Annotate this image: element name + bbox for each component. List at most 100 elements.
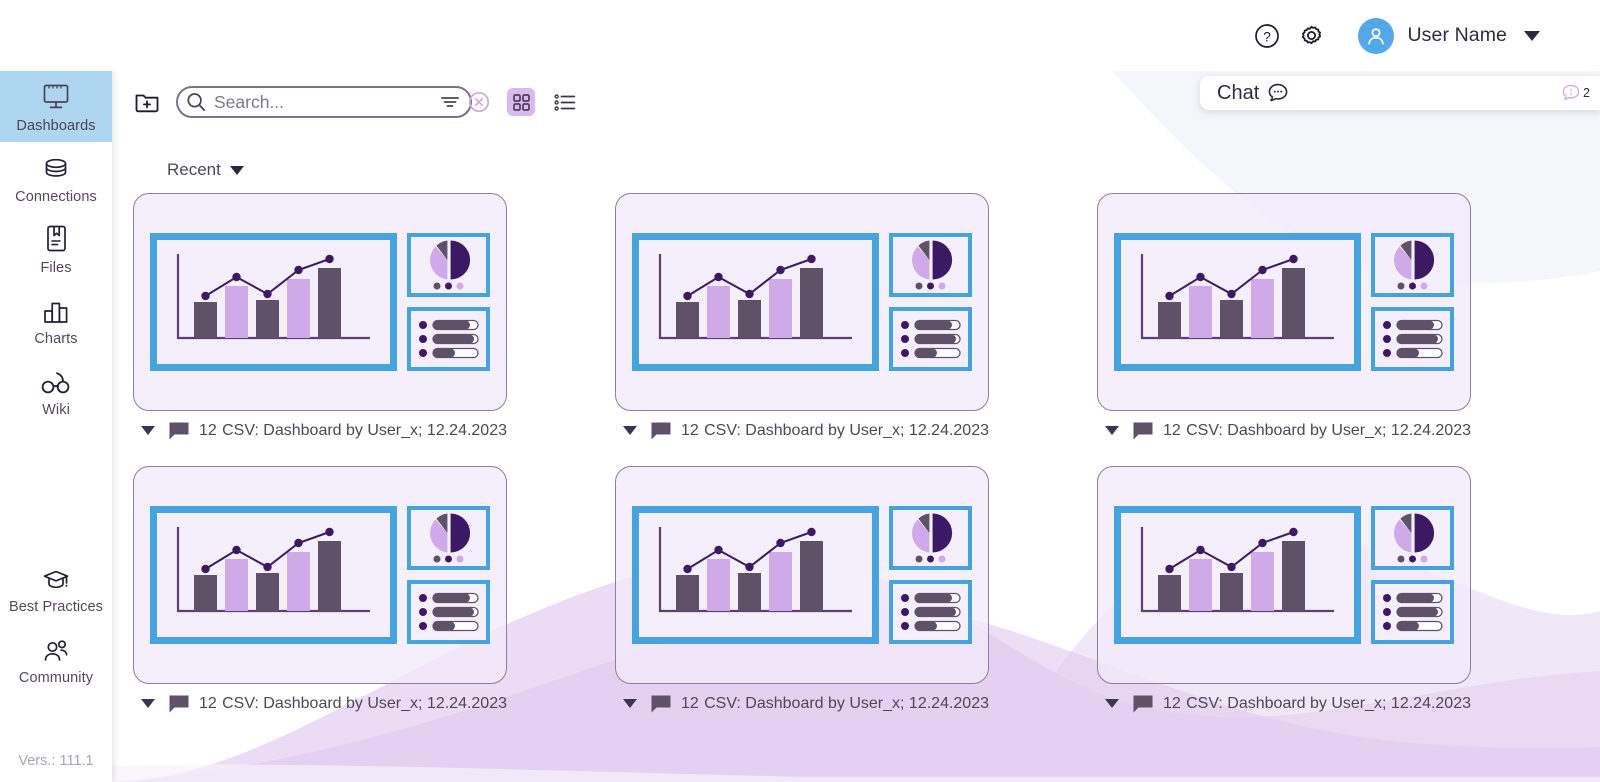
dashboard-card-cell: 12 CSV: Dashboard by User_x; 12.24.2023 xyxy=(615,193,989,445)
widget-bar-line-chart xyxy=(632,233,879,371)
folder-plus-icon[interactable] xyxy=(132,87,162,117)
comment-icon[interactable] xyxy=(168,694,190,714)
expand-caret-icon[interactable] xyxy=(1105,699,1119,708)
card-footer: 12 CSV: Dashboard by User_x; 12.24.2023 xyxy=(133,411,507,445)
sidebar-item-label: Files xyxy=(40,260,72,276)
expand-caret-icon[interactable] xyxy=(1105,426,1119,435)
search-box[interactable] xyxy=(176,86,490,118)
dashboard-card-cell: 12 CSV: Dashboard by User_x; 12.24.2023 xyxy=(133,466,507,718)
expand-caret-icon[interactable] xyxy=(623,426,637,435)
grid-view-icon[interactable] xyxy=(507,88,535,116)
caret-down-icon xyxy=(229,165,244,175)
dashboard-card-thumbnail[interactable] xyxy=(133,466,507,684)
chat-alert-group[interactable]: 2 xyxy=(1560,82,1590,104)
filter-icon[interactable] xyxy=(439,93,461,111)
chevron-down-icon[interactable] xyxy=(1524,30,1540,41)
sidebar-item-label: Best Practices xyxy=(8,599,104,615)
expand-caret-icon[interactable] xyxy=(141,426,155,435)
app-root: ? User Name Dashboards Connections Files… xyxy=(0,0,1600,782)
widget-pie-chart xyxy=(407,233,490,297)
comment-icon[interactable] xyxy=(650,421,672,441)
sidebar-item-wiki[interactable]: Wiki xyxy=(0,355,112,426)
file-bookmark-icon xyxy=(41,222,71,256)
widget-progress-list xyxy=(889,307,972,371)
sidebar-item-best-practices[interactable]: Best Practices xyxy=(0,552,112,623)
sidebar-item-label: Community xyxy=(18,670,94,686)
people-group-icon xyxy=(39,632,73,666)
sort-row: Recent xyxy=(112,133,1600,180)
comment-count: 12 xyxy=(1163,694,1181,712)
widget-bar-line-chart xyxy=(1114,506,1361,644)
dashboard-grid: 12 CSV: Dashboard by User_x; 12.24.2023 xyxy=(112,180,1600,718)
dashboard-card-thumbnail[interactable] xyxy=(615,466,989,684)
list-view-icon[interactable] xyxy=(551,88,579,116)
widget-pie-chart xyxy=(1371,233,1454,297)
gear-icon[interactable] xyxy=(1294,19,1328,53)
card-title: CSV: Dashboard by User_x; 12.24.2023 xyxy=(704,694,989,712)
widget-pie-chart xyxy=(1371,506,1454,570)
user-name-label: User Name xyxy=(1407,24,1507,46)
sidebar-item-label: Wiki xyxy=(42,402,70,418)
avatar xyxy=(1358,17,1395,54)
widget-progress-list xyxy=(1371,307,1454,371)
help-circle-icon[interactable]: ? xyxy=(1250,19,1284,53)
dashboard-card-cell: 12 CSV: Dashboard by User_x; 12.24.2023 xyxy=(133,193,507,445)
widget-pie-chart xyxy=(889,233,972,297)
card-title: CSV: Dashboard by User_x; 12.24.2023 xyxy=(222,421,507,439)
search-input[interactable] xyxy=(207,91,439,113)
card-footer: 12 CSV: Dashboard by User_x; 12.24.2023 xyxy=(1097,411,1471,445)
widget-progress-list xyxy=(1371,580,1454,644)
sidebar-item-connections[interactable]: Connections xyxy=(0,142,112,213)
expand-caret-icon[interactable] xyxy=(623,699,637,708)
widget-bar-line-chart xyxy=(150,506,397,644)
comment-count: 12 xyxy=(1163,421,1181,439)
card-footer: 12 CSV: Dashboard by User_x; 12.24.2023 xyxy=(1097,684,1471,718)
sidebar-item-files[interactable]: Files xyxy=(0,213,112,284)
dashboard-card-cell: 12 CSV: Dashboard by User_x; 12.24.2023 xyxy=(1097,466,1471,718)
sidebar-item-community[interactable]: Community xyxy=(0,623,112,694)
card-footer: 12 CSV: Dashboard by User_x; 12.24.2023 xyxy=(133,684,507,718)
svg-text:?: ? xyxy=(1264,28,1272,44)
card-title: CSV: Dashboard by User_x; 12.24.2023 xyxy=(222,694,507,712)
widget-progress-list xyxy=(407,307,490,371)
main-content: Chat 2 xyxy=(112,71,1600,782)
comment-icon[interactable] xyxy=(650,694,672,714)
comment-count: 12 xyxy=(199,694,217,712)
search-icon xyxy=(185,91,207,113)
comment-icon[interactable] xyxy=(168,421,190,441)
dashboard-card-thumbnail[interactable] xyxy=(1097,466,1471,684)
card-title: CSV: Dashboard by User_x; 12.24.2023 xyxy=(1186,694,1471,712)
sidebar-item-label: Charts xyxy=(34,331,78,347)
view-toggle-group xyxy=(507,88,579,116)
clear-circle-icon[interactable] xyxy=(467,90,491,114)
card-footer: 12 CSV: Dashboard by User_x; 12.24.2023 xyxy=(615,411,989,445)
chat-panel[interactable]: Chat 2 xyxy=(1200,76,1600,110)
dashboard-card-cell: 12 CSV: Dashboard by User_x; 12.24.2023 xyxy=(615,466,989,718)
widget-bar-line-chart xyxy=(1114,233,1361,371)
sidebar-item-charts[interactable]: Charts xyxy=(0,284,112,355)
chat-title: Chat xyxy=(1217,81,1260,104)
glasses-icon xyxy=(39,364,73,398)
user-menu[interactable]: User Name xyxy=(1358,17,1540,54)
top-header-bar: ? User Name xyxy=(0,0,1600,71)
widget-pie-chart xyxy=(407,506,490,570)
sidebar-item-label: Dashboards xyxy=(16,118,96,134)
comment-count: 12 xyxy=(681,421,699,439)
sort-dropdown[interactable]: Recent xyxy=(167,160,244,180)
sidebar: Dashboards Connections Files Charts Wiki… xyxy=(0,71,112,782)
card-title: CSV: Dashboard by User_x; 12.24.2023 xyxy=(704,421,989,439)
sidebar-item-dashboards[interactable]: Dashboards xyxy=(0,71,112,142)
sidebar-item-label: Connections xyxy=(15,189,97,205)
comment-icon[interactable] xyxy=(1132,694,1154,714)
dashboard-card-thumbnail[interactable] xyxy=(615,193,989,411)
sort-label: Recent xyxy=(167,160,221,179)
widget-bar-line-chart xyxy=(150,233,397,371)
dashboard-card-thumbnail[interactable] xyxy=(133,193,507,411)
alert-bubble-icon xyxy=(1560,82,1582,104)
bar-chart-icon xyxy=(40,293,72,327)
dashboard-card-thumbnail[interactable] xyxy=(1097,193,1471,411)
expand-caret-icon[interactable] xyxy=(141,699,155,708)
card-footer: 12 CSV: Dashboard by User_x; 12.24.2023 xyxy=(615,684,989,718)
comment-icon[interactable] xyxy=(1132,421,1154,441)
